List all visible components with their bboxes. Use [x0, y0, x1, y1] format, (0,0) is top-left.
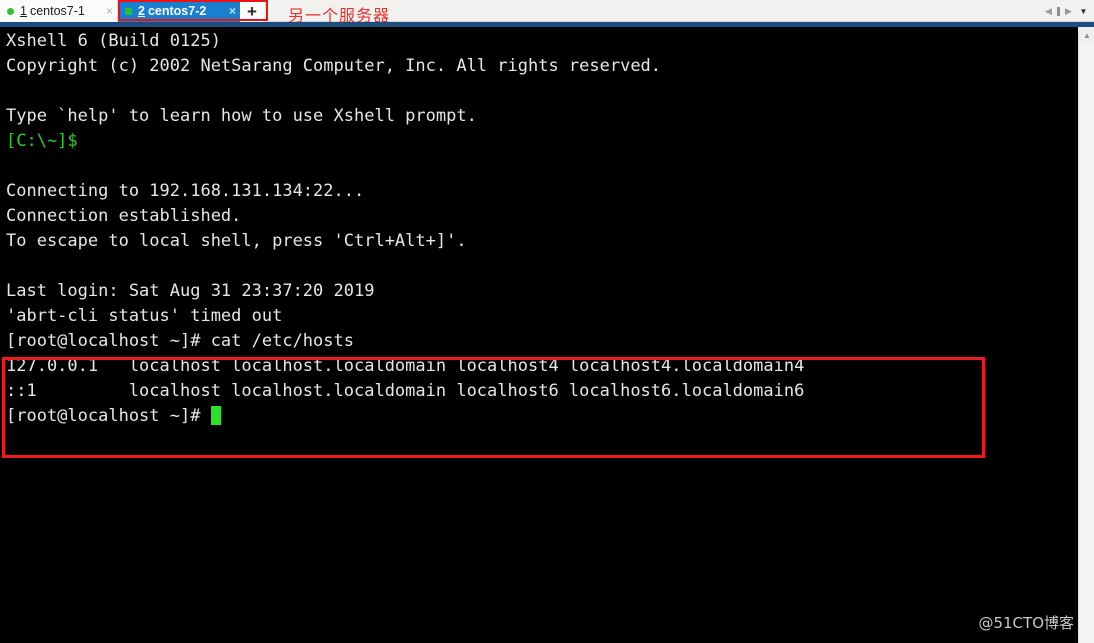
terminal-cursor: [210, 406, 221, 425]
chevron-down-icon[interactable]: ▼: [1077, 5, 1090, 18]
terminal-line: [root@localhost ~]#: [6, 404, 804, 429]
nav-prev-icon[interactable]: ◀: [1043, 6, 1054, 17]
tab-centos7-1[interactable]: 1 centos7-1 ×: [0, 0, 118, 22]
terminal-screen[interactable]: Xshell 6 (Build 0125) Copyright (c) 2002 …: [0, 27, 1078, 643]
close-icon[interactable]: ×: [229, 5, 236, 17]
terminal-line: 127.0.0.1 localhost localhost.localdomai…: [6, 356, 805, 376]
close-icon[interactable]: ×: [106, 5, 113, 17]
connected-dot-icon: [125, 7, 132, 15]
tab-index: 1: [20, 4, 27, 18]
terminal-line: [root@localhost ~]# cat /etc/hosts: [6, 331, 354, 351]
terminal-output: Xshell 6 (Build 0125) Copyright (c) 2002 …: [6, 29, 804, 429]
tab-label: centos7-1: [29, 4, 85, 18]
terminal-line: To escape to local shell, press 'Ctrl+Al…: [6, 231, 467, 251]
terminal-line: [C:\~]$: [6, 131, 78, 151]
tabbar-controls: ◀ ▶ ▼: [1043, 0, 1090, 22]
scrollbar-track[interactable]: [1079, 43, 1094, 643]
nav-separator-icon: [1057, 6, 1060, 16]
connected-dot-icon: [7, 7, 14, 15]
terminal-line: Copyright (c) 2002 NetSarang Computer, I…: [6, 56, 662, 76]
tab-index: 2: [138, 4, 145, 18]
scroll-up-icon[interactable]: ▲: [1079, 27, 1094, 43]
tab-centos7-2[interactable]: 2 centos7-2 ×: [118, 0, 240, 22]
terminal-line: 'abrt-cli status' timed out: [6, 306, 283, 326]
terminal-scrollbar[interactable]: ▲: [1078, 27, 1094, 643]
terminal-line: Xshell 6 (Build 0125): [6, 31, 221, 51]
tab-label: centos7-2: [147, 4, 207, 18]
tab-strip: 1 centos7-1 × 2 centos7-2 × +: [0, 0, 264, 22]
terminal-line: Type `help' to learn how to use Xshell p…: [6, 106, 477, 126]
terminal-line: Last login: Sat Aug 31 23:37:20 2019: [6, 281, 375, 301]
new-tab-button[interactable]: +: [240, 0, 264, 22]
nav-next-icon[interactable]: ▶: [1063, 6, 1074, 17]
tab-bar: 1 centos7-1 × 2 centos7-2 × + 另一个服务器 ◀ ▶…: [0, 0, 1094, 25]
terminal-line: Connecting to 192.168.131.134:22...: [6, 181, 365, 201]
terminal-line: ::1 localhost localhost.localdomain loca…: [6, 381, 805, 401]
terminal-line: Connection established.: [6, 206, 242, 226]
watermark: @51CTO博客: [978, 614, 1074, 632]
